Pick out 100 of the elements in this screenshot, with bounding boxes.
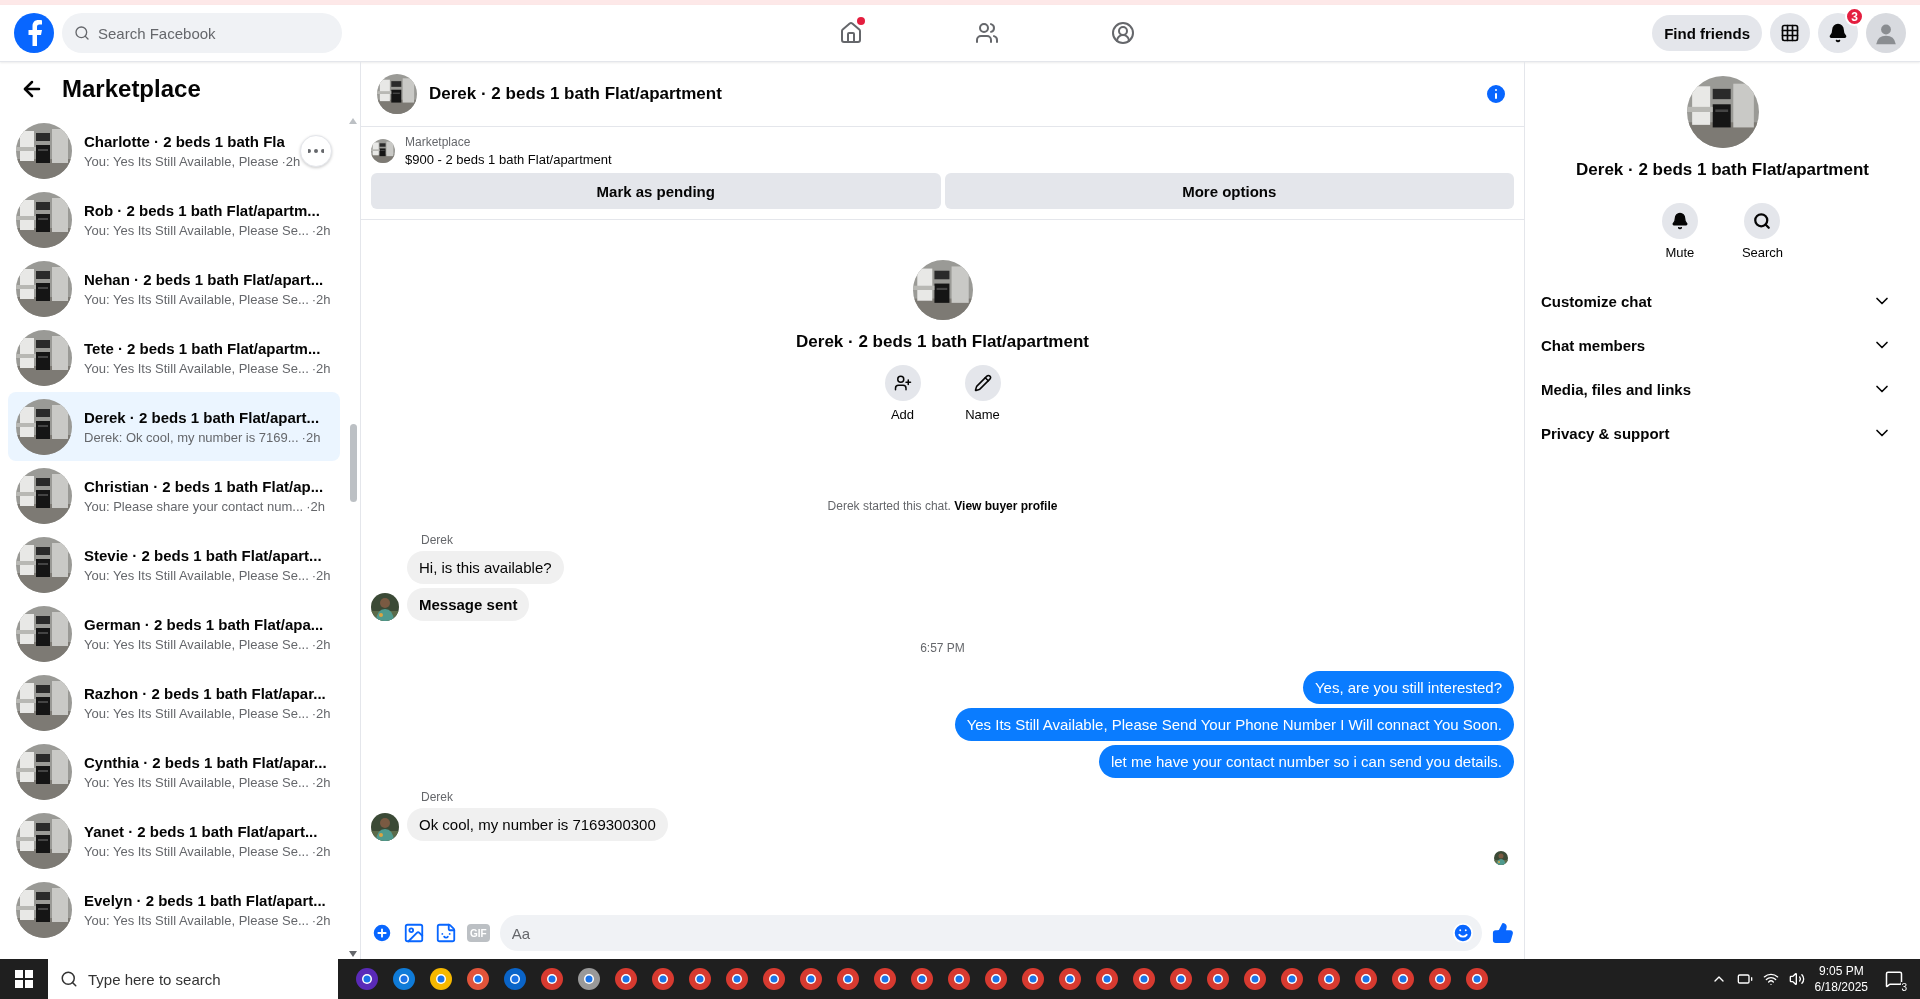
conversation-item[interactable]: Stevie · 2 beds 1 bath Flat/apart... You: Yes Its Still Available, Please Se... ·2h: [8, 530, 340, 599]
conversation-title: Stevie · 2 beds 1 bath Flat/apart...: [84, 546, 323, 564]
listing-action-button[interactable]: More options: [944, 173, 1514, 209]
message-time: ·2h: [311, 774, 331, 790]
conversation-item[interactable]: Christian · 2 beds 1 bath Flat/ap... You: Please share your contact num... ·2h: [8, 461, 340, 530]
more-button[interactable]: [300, 134, 332, 167]
conversation-title: Nehan · 2 beds 1 bath Flat/apart...: [84, 270, 325, 288]
app-icon: [1206, 967, 1230, 991]
intro-action-button[interactable]: Name: [958, 364, 1007, 423]
buyer-profile-link[interactable]: View buyer profile: [954, 499, 1058, 513]
conversation-title: Charlotte · 2 beds 1 bath Fla: [84, 132, 286, 150]
message-preview: You: Yes Its Still Available, Please Se...: [84, 567, 309, 583]
windows-icon: [15, 970, 33, 988]
message-preview: You: Yes Its Still Available, Please: [84, 153, 279, 169]
menu-button[interactable]: [1770, 13, 1810, 53]
app-icon: [1169, 967, 1193, 991]
app-icon: [873, 967, 897, 991]
info-icon[interactable]: [1484, 82, 1508, 106]
conversation-item[interactable]: Derek · 2 beds 1 bath Flat/apart... Derek: Ok cool, my number is 7169... ·2h: [8, 392, 340, 461]
scrollbar-thumb[interactable]: [349, 423, 357, 502]
message-preview: You: Yes Its Still Available, Please Se...: [84, 636, 309, 652]
conversation-item[interactable]: Tete · 2 beds 1 bath Flat/apartm... You: Yes Its Still Available, Please Se... ·2h: [8, 323, 340, 392]
scroll-down-icon[interactable]: [349, 951, 357, 957]
listing-source: Marketplace: [405, 135, 472, 149]
app-icon: [392, 967, 416, 991]
details-section[interactable]: Privacy & support: [1541, 411, 1904, 455]
pencil-icon: [973, 374, 992, 392]
message-bubble: Ok cool, my number is 7169300300: [407, 808, 668, 841]
conversation-title: Rob · 2 beds 1 bath Flat/apartm...: [84, 201, 321, 219]
listing-action-button[interactable]: Mark as pending: [371, 173, 941, 209]
sender-name: Derek: [421, 533, 453, 547]
conversation-item[interactable]: Charlotte · 2 beds 1 bath Fla You: Yes Its Still Available, Please ·2h: [8, 116, 340, 185]
app-icon: [725, 967, 749, 991]
conversation-title: Derek · 2 beds 1 bath Flat/apart...: [84, 408, 321, 426]
logo-icon[interactable]: [14, 13, 54, 53]
details-section[interactable]: Customize chat: [1541, 279, 1904, 323]
message-preview: Derek: Ok cool, my number is 7169...: [84, 429, 299, 445]
people-icon: [975, 21, 1000, 45]
search-icon: [60, 970, 78, 988]
conversation-item[interactable]: Nehan · 2 beds 1 bath Flat/apart... You: Yes Its Still Available, Please Se... ·2h: [8, 254, 340, 323]
app-icon: [688, 967, 712, 991]
taskbar-clock[interactable]: 9:05 PM 6/18/2025: [1814, 963, 1868, 995]
volume-icon[interactable]: [1788, 971, 1805, 987]
plus-icon[interactable]: [371, 922, 393, 944]
app-icon: [1465, 967, 1489, 991]
app-icon: [910, 967, 934, 991]
conversation-item[interactable]: Yanet · 2 beds 1 bath Flat/apart... You: Yes Its Still Available, Please Se... ·2h: [8, 806, 340, 875]
battery-icon[interactable]: [1736, 971, 1753, 987]
app-icon: [1354, 967, 1378, 991]
conversation-title: Tete · 2 beds 1 bath Flat/apartm...: [84, 339, 322, 357]
notification-center-button[interactable]: 3: [1878, 959, 1910, 999]
conversation-item[interactable]: Cynthia · 2 beds 1 bath Flat/apar... You: Yes Its Still Available, Please Se... ·2h: [8, 737, 340, 806]
details-section[interactable]: Chat members: [1541, 323, 1904, 367]
app-icon: [1280, 967, 1304, 991]
message-preview: You: Please share your contact num...: [84, 498, 304, 514]
message-field[interactable]: Aa: [499, 915, 1482, 951]
chat-started-notice: Derek started this chat. View buyer profile: [826, 499, 1059, 513]
details-action-button[interactable]: Search: [1735, 202, 1790, 261]
app-icon: [1243, 967, 1267, 991]
message-bubble: let me have your contact number so i can send you details.: [1098, 745, 1514, 778]
app-icon: [614, 967, 638, 991]
message-icon: [1885, 970, 1903, 988]
message-bubble: Message sent: [407, 588, 530, 621]
listing-summary: $900 - 2 beds 1 bath Flat/apartment: [405, 152, 612, 167]
intro-title: Derek · 2 beds 1 bath Flat/apartment: [796, 332, 1089, 352]
message-bubble: Yes Its Still Available, Please Send Your Phone Number I Will connact You Soon.: [954, 708, 1514, 741]
conversation-title: Christian · 2 beds 1 bath Flat/ap...: [84, 477, 325, 495]
app-icon: [577, 967, 601, 991]
thumbs-up-icon[interactable]: [1492, 922, 1514, 944]
details-action-button[interactable]: Mute: [1655, 202, 1704, 261]
search-field[interactable]: Search Facebook: [62, 13, 342, 53]
account-button[interactable]: [1866, 13, 1906, 53]
message-preview: You: Yes Its Still Available, Please Se...: [84, 843, 309, 859]
conversation-item[interactable]: Razhon · 2 beds 1 bath Flat/apar... You: Yes Its Still Available, Please Se... ·2h: [8, 668, 340, 737]
photo-icon[interactable]: [403, 922, 425, 944]
sidebar-title: Marketplace: [62, 75, 201, 103]
find-friends-button[interactable]: Find friends: [1652, 15, 1762, 51]
message-time: ·2h: [301, 429, 321, 445]
message-preview: You: Yes Its Still Available, Please Se...: [84, 360, 309, 376]
network-icon[interactable]: [1762, 971, 1779, 987]
app-icon: [1058, 967, 1082, 991]
app-icon: [762, 967, 786, 991]
taskbar-search-field[interactable]: Type here to search: [48, 959, 338, 999]
conversation-item[interactable]: Rob · 2 beds 1 bath Flat/apartm... You: Yes Its Still Available, Please Se... ·2h: [8, 185, 340, 254]
details-section[interactable]: Media, files and links: [1541, 367, 1904, 411]
conversation-title: Cynthia · 2 beds 1 bath Flat/apar...: [84, 753, 328, 771]
emoji-icon[interactable]: [1452, 922, 1474, 944]
message-bubble: Hi, is this available?: [407, 551, 564, 584]
message-preview: You: Yes Its Still Available, Please Se...: [84, 222, 309, 238]
search-icon: [74, 25, 90, 41]
app-icon: [1132, 967, 1156, 991]
app-icon: [836, 967, 860, 991]
app-icon: [1095, 967, 1119, 991]
conversation-title: German · 2 beds 1 bath Flat/apa...: [84, 615, 325, 633]
conversation-item[interactable]: Evelyn · 2 beds 1 bath Flat/apart... You: Yes Its Still Available, Please Se... ·2h: [8, 875, 340, 944]
conversation-title: Razhon · 2 beds 1 bath Flat/apar...: [84, 684, 327, 702]
sticker-icon[interactable]: [435, 922, 457, 944]
conversation-item[interactable]: German · 2 beds 1 bath Flat/apa... You: Yes Its Still Available, Please Se... ·2h: [8, 599, 340, 668]
app-icon: [540, 967, 564, 991]
intro-action-button[interactable]: Add: [878, 364, 927, 423]
